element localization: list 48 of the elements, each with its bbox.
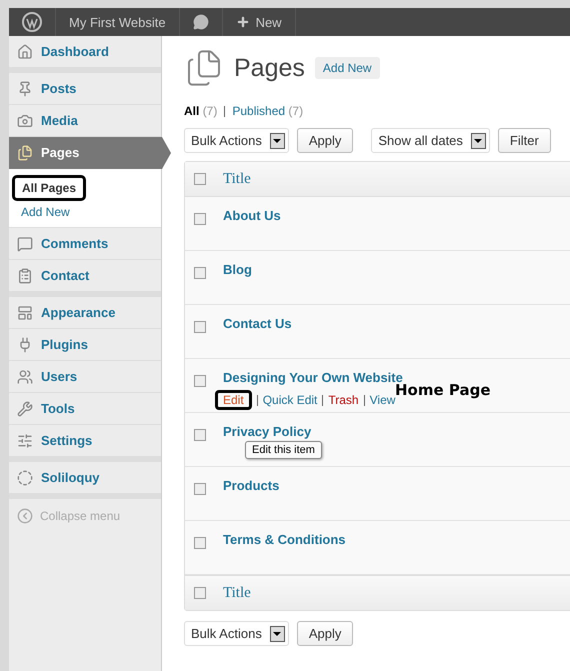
date-filter-select[interactable]: Show all dates (371, 128, 490, 153)
row-checkbox[interactable] (194, 429, 206, 441)
menu-icon (17, 236, 33, 252)
bulk-actions-select[interactable]: Bulk Actions (184, 621, 289, 646)
add-new-button[interactable]: Add New (314, 57, 380, 79)
row-action-link[interactable]: View (370, 393, 396, 407)
menu-icon (17, 144, 33, 160)
row-checkbox[interactable] (194, 537, 206, 549)
submenu-item[interactable]: All Pages (12, 175, 86, 201)
menu-icon (17, 432, 33, 448)
status-filter-link[interactable]: Published (7) (232, 104, 304, 118)
apply-button[interactable]: Apply (296, 128, 354, 153)
menu-icon (17, 368, 33, 384)
row-checkbox[interactable] (194, 321, 206, 333)
row-action-link[interactable]: Trash (328, 393, 359, 407)
column-header[interactable]: Title (223, 170, 251, 188)
row-action-link[interactable]: Edit (215, 390, 252, 410)
select-all-checkbox[interactable] (194, 173, 206, 185)
bulk-actions-select[interactable]: Bulk Actions (184, 128, 289, 153)
row-checkbox[interactable] (194, 213, 206, 225)
column-header[interactable]: Title (223, 584, 251, 602)
plus-icon (236, 15, 250, 29)
sidebar-item[interactable]: Pages (9, 137, 171, 169)
apply-button[interactable]: Apply (296, 621, 354, 646)
page-title-link[interactable]: About Us (223, 208, 281, 223)
row-action-link[interactable]: Quick Edit (262, 393, 318, 407)
page-title-link[interactable]: Contact Us (223, 316, 292, 331)
page-title-link[interactable]: Privacy Policy (223, 424, 312, 439)
status-filter-link[interactable]: All (7) (184, 104, 218, 118)
row-checkbox[interactable] (194, 375, 206, 387)
row-checkbox[interactable] (194, 483, 206, 495)
menu-icon (17, 44, 33, 60)
menu-icon (17, 268, 33, 284)
filter-button[interactable]: Filter (498, 128, 551, 153)
menu-icon (17, 400, 33, 416)
page-title-link[interactable]: Products (223, 478, 280, 493)
collapse-icon (17, 508, 33, 524)
page-title: Pages (234, 54, 305, 82)
menu-icon (17, 470, 33, 486)
page-title-link[interactable]: Terms & Conditions (223, 532, 346, 547)
submenu-item[interactable]: Add New (18, 205, 73, 219)
menu-icon (17, 80, 33, 96)
page-title-link[interactable]: Blog (223, 262, 252, 277)
menu-icon (17, 304, 33, 320)
tooltip: Edit this item (245, 441, 322, 459)
select-all-checkbox[interactable] (194, 587, 206, 599)
row-checkbox[interactable] (194, 267, 206, 279)
menu-icon (17, 112, 33, 128)
